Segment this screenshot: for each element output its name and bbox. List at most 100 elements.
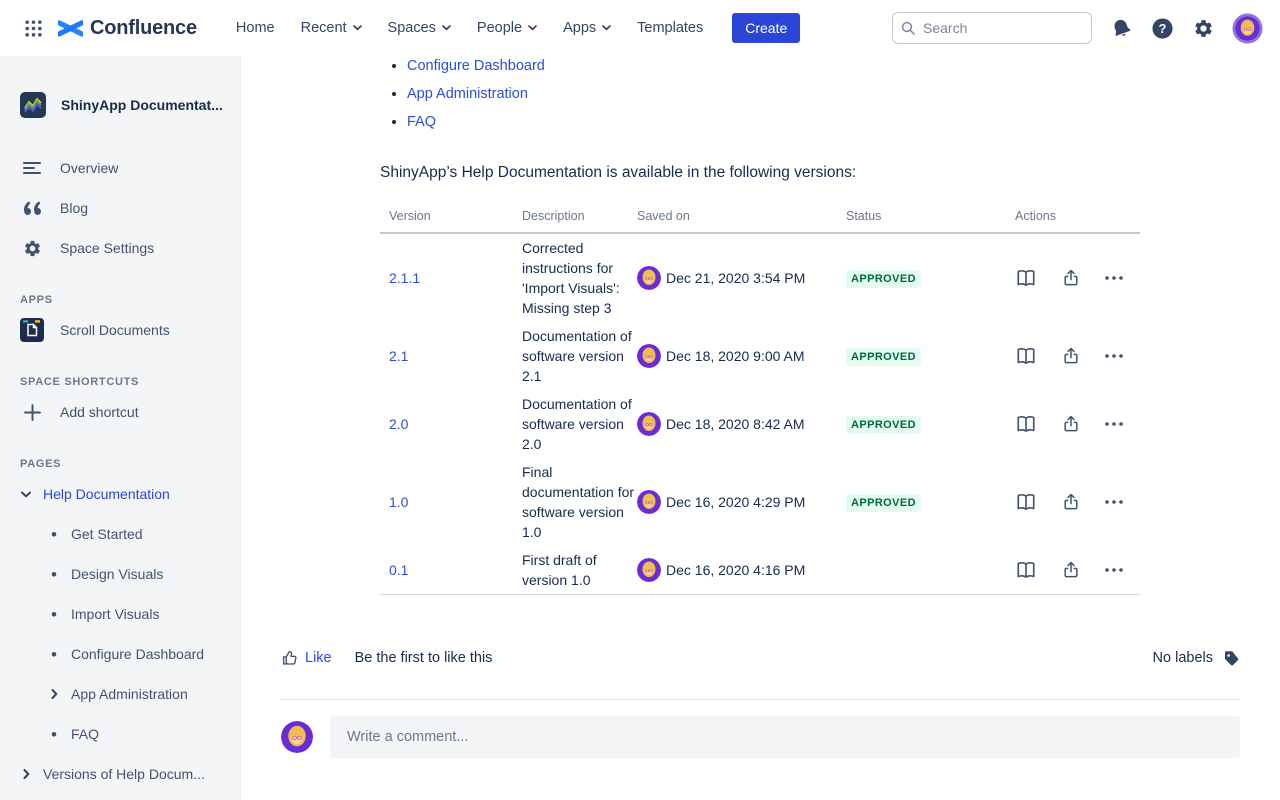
chevron-down-icon — [602, 25, 611, 31]
tree-item-help-documentation[interactable]: Help Documentation — [20, 474, 230, 514]
table-header: Version Description Saved on Status Acti… — [380, 203, 1140, 234]
export-icon[interactable] — [1061, 346, 1081, 366]
space-header[interactable]: ShinyApp Documentat... — [20, 92, 230, 118]
status-badge: APPROVED — [846, 416, 921, 434]
nav-label: Home — [236, 20, 275, 36]
comment-input[interactable] — [330, 716, 1240, 758]
chevron-down-icon[interactable] — [20, 491, 32, 498]
chevron-right-icon[interactable] — [48, 689, 60, 699]
user-avatar[interactable] — [1235, 16, 1260, 41]
version-link[interactable]: 2.1 — [389, 348, 408, 364]
nav-item-apps[interactable]: Apps — [550, 12, 624, 44]
column-header-status: Status — [846, 209, 1005, 223]
pages-tree: Help Documentation • Get Started • Desig… — [20, 474, 230, 794]
notifications-icon[interactable] — [1111, 18, 1132, 39]
sidebar-item-scroll-documents[interactable]: Scroll Documents — [20, 310, 230, 350]
page-content: Configure Dashboard App Administration F… — [241, 56, 1280, 800]
list-item: FAQ — [407, 114, 1140, 142]
labels-button[interactable]: No labels — [1153, 649, 1240, 667]
table-row: 1.0 Final documentation for software ver… — [380, 458, 1140, 546]
nav-label: Apps — [563, 20, 596, 36]
tree-item-faq[interactable]: • FAQ — [20, 714, 230, 754]
sidebar-item-label: Space Settings — [60, 240, 154, 256]
space-name: ShinyApp Documentat... — [61, 97, 223, 113]
list-item: Configure Dashboard — [407, 58, 1140, 86]
toc-link-faq[interactable]: FAQ — [407, 114, 436, 130]
export-icon[interactable] — [1061, 268, 1081, 288]
version-description: Documentation of software version 2.1 — [522, 326, 637, 386]
search-input[interactable] — [892, 12, 1092, 44]
tree-item-import-visuals[interactable]: • Import Visuals — [20, 594, 230, 634]
tree-item-app-administration[interactable]: App Administration — [20, 674, 230, 714]
more-icon[interactable] — [1105, 422, 1123, 426]
nav-item-templates[interactable]: Templates — [624, 12, 716, 44]
sidebar-item-overview[interactable]: Overview — [20, 148, 230, 188]
toc-link-configure-dashboard[interactable]: Configure Dashboard — [407, 58, 545, 74]
export-icon[interactable] — [1061, 560, 1081, 580]
chevron-right-icon[interactable] — [20, 769, 32, 779]
book-icon[interactable] — [1015, 346, 1037, 366]
settings-icon[interactable] — [1193, 18, 1214, 39]
app-switcher-icon[interactable] — [20, 15, 46, 41]
column-header-saved-on: Saved on — [637, 209, 846, 223]
column-header-description: Description — [522, 209, 637, 223]
version-link[interactable]: 2.0 — [389, 416, 408, 432]
confluence-logo[interactable]: Confluence — [58, 16, 197, 41]
overview-icon — [20, 161, 44, 175]
version-link[interactable]: 1.0 — [389, 494, 408, 510]
space-icon — [20, 92, 46, 118]
book-icon[interactable] — [1015, 492, 1037, 512]
tree-item-design-visuals[interactable]: • Design Visuals — [20, 554, 230, 594]
more-icon[interactable] — [1105, 500, 1123, 504]
bullet-icon: • — [48, 606, 60, 623]
help-icon[interactable]: ? — [1151, 17, 1174, 40]
more-icon[interactable] — [1105, 354, 1123, 358]
top-navigation: Confluence Home Recent Spaces People App… — [0, 0, 1280, 56]
tag-icon — [1222, 649, 1240, 667]
chevron-down-icon — [528, 25, 537, 31]
version-link[interactable]: 2.1.1 — [389, 270, 420, 286]
book-icon[interactable] — [1015, 414, 1037, 434]
sidebar-section-pages: PAGES — [20, 458, 230, 470]
sidebar-item-space-settings[interactable]: Space Settings — [20, 228, 230, 268]
sidebar-item-blog[interactable]: Blog — [20, 188, 230, 228]
labels-text: No labels — [1153, 650, 1213, 666]
nav-item-people[interactable]: People — [464, 12, 550, 44]
chevron-down-icon — [353, 25, 362, 31]
list-item: App Administration — [407, 86, 1140, 114]
avatar — [637, 266, 661, 290]
confluence-logo-icon — [58, 16, 83, 41]
nav-label: Templates — [637, 20, 703, 36]
nav-label: Recent — [301, 20, 347, 36]
sidebar: ShinyApp Documentat... Overview Blog Sp — [0, 56, 241, 800]
tree-item-label: App Administration — [71, 686, 188, 702]
comment-section — [281, 699, 1240, 758]
book-icon[interactable] — [1015, 560, 1037, 580]
export-icon[interactable] — [1061, 492, 1081, 512]
nav-label: Spaces — [388, 20, 436, 36]
tree-item-versions-of-help-documentation[interactable]: Versions of Help Docum... — [20, 754, 230, 794]
toc-link-app-administration[interactable]: App Administration — [407, 86, 528, 102]
sidebar-item-label: Add shortcut — [60, 404, 139, 420]
more-icon[interactable] — [1105, 568, 1123, 572]
search-icon — [901, 21, 915, 35]
topnav-right: ? — [1092, 16, 1260, 41]
saved-on-date: Dec 16, 2020 4:29 PM — [666, 494, 805, 510]
version-link[interactable]: 0.1 — [389, 562, 408, 578]
book-icon[interactable] — [1015, 268, 1037, 288]
version-description: Documentation of software version 2.0 — [522, 394, 637, 454]
saved-on-date: Dec 18, 2020 8:42 AM — [666, 416, 805, 432]
tree-item-get-started[interactable]: • Get Started — [20, 514, 230, 554]
tree-item-configure-dashboard[interactable]: • Configure Dashboard — [20, 634, 230, 674]
bullet-icon: • — [48, 726, 60, 743]
avatar — [637, 558, 661, 582]
nav-item-home[interactable]: Home — [223, 12, 288, 44]
like-button[interactable]: Like — [281, 649, 332, 667]
nav-item-spaces[interactable]: Spaces — [375, 12, 464, 44]
export-icon[interactable] — [1061, 414, 1081, 434]
nav-item-recent[interactable]: Recent — [288, 12, 375, 44]
add-shortcut-button[interactable]: Add shortcut — [20, 392, 230, 432]
more-icon[interactable] — [1105, 276, 1123, 280]
tree-item-label: Design Visuals — [71, 566, 163, 582]
create-button[interactable]: Create — [732, 13, 800, 43]
